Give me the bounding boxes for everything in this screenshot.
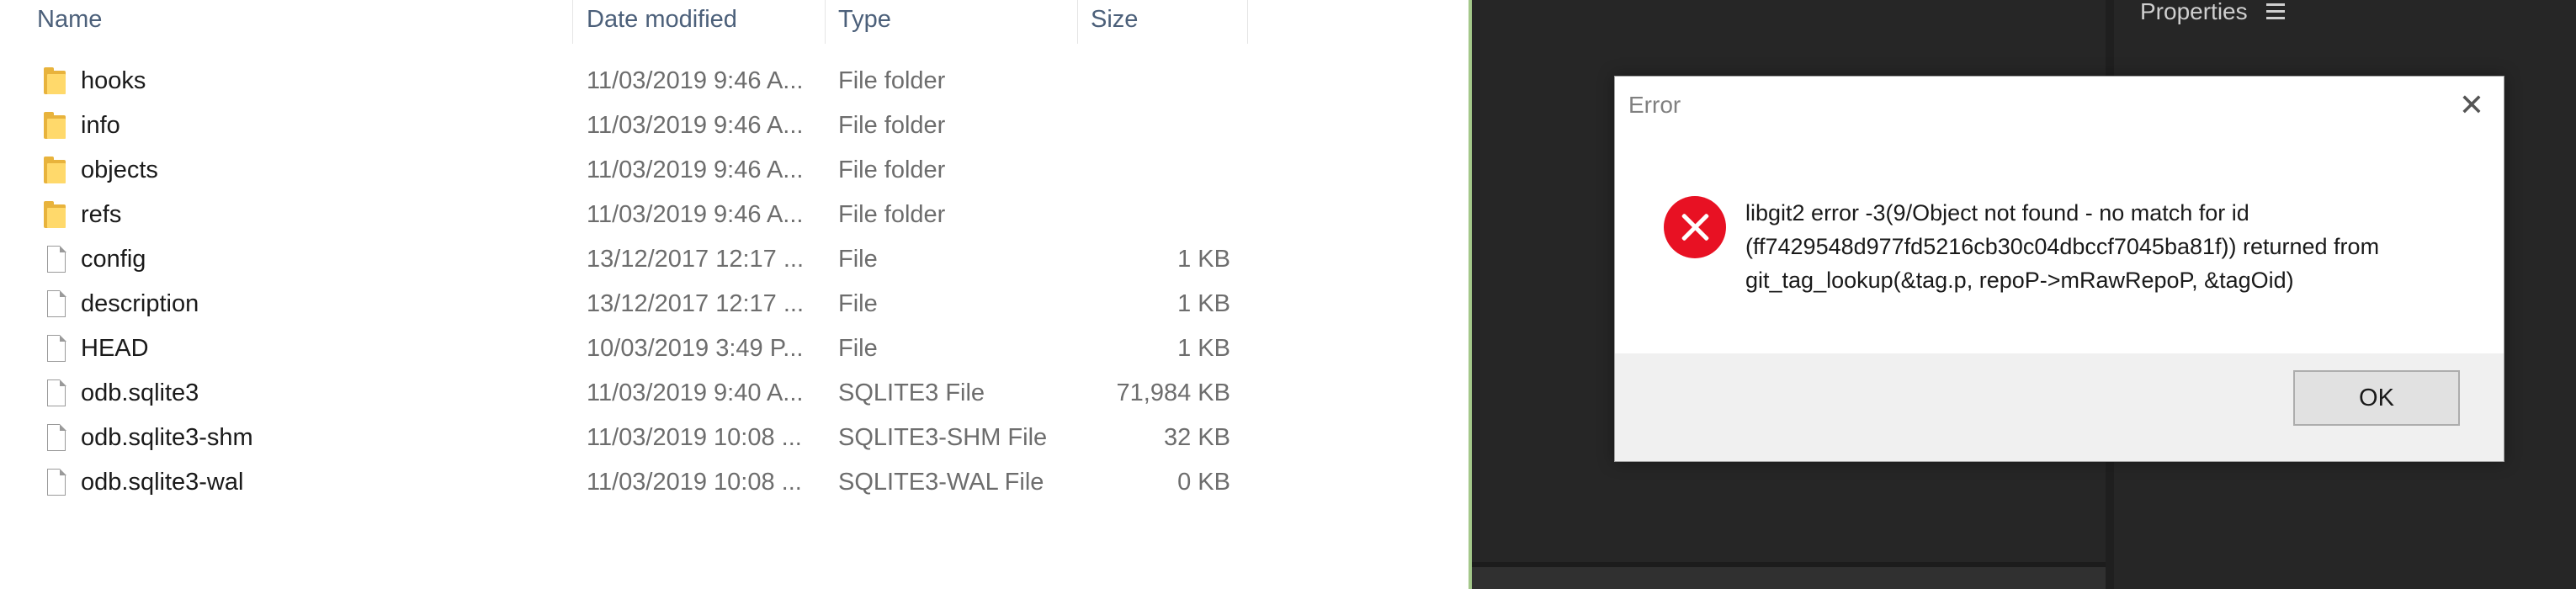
file-row[interactable]: config 13/12/2017 12:17 ... File 1 KB — [0, 237, 1254, 282]
file-date-modified: 11/03/2019 10:08 ... — [587, 469, 802, 496]
file-name: description — [81, 290, 199, 317]
file-type: SQLITE3-WAL File — [838, 469, 1044, 496]
file-name: odb.sqlite3-shm — [81, 424, 253, 451]
column-header-date-modified[interactable]: Date modified — [576, 0, 821, 39]
folder-icon — [42, 157, 69, 185]
file-name: odb.sqlite3 — [81, 379, 199, 406]
file-icon — [42, 335, 69, 363]
file-type: SQLITE3 File — [838, 379, 985, 406]
dialog-footer: OK — [1615, 353, 2504, 461]
file-row[interactable]: odb.sqlite3-shm 11/03/2019 10:08 ... SQLIT… — [0, 416, 1254, 460]
error-dialog: Error ✕ libgit2 error -3(9/Object not fo… — [1614, 76, 2504, 462]
folder-icon — [42, 201, 69, 230]
file-type: File — [838, 335, 878, 362]
file-name: info — [81, 112, 120, 139]
folder-icon — [42, 67, 69, 96]
dialog-message: libgit2 error -3(9/Object not found - no… — [1745, 200, 2380, 293]
folder-icon — [42, 112, 69, 141]
file-row[interactable]: HEAD 10/03/2019 3:49 P... File 1 KB — [0, 326, 1254, 371]
file-row[interactable]: odb.sqlite3-wal 11/03/2019 10:08 ... SQLIT… — [0, 460, 1254, 505]
column-divider[interactable] — [825, 0, 826, 44]
file-date-modified: 11/03/2019 9:46 A... — [587, 67, 804, 94]
file-row[interactable]: odb.sqlite3 11/03/2019 9:40 A... SQLITE3 F… — [0, 371, 1254, 416]
file-name: odb.sqlite3-wal — [81, 469, 244, 496]
file-type: File — [838, 290, 878, 317]
file-row[interactable]: info 11/03/2019 9:46 A... File folder — [0, 103, 1254, 148]
file-date-modified: 10/03/2019 3:49 P... — [587, 335, 804, 362]
file-date-modified: 11/03/2019 9:46 A... — [587, 157, 804, 183]
file-icon — [42, 424, 69, 453]
dialog-title: Error — [1628, 92, 1681, 118]
file-row[interactable]: objects 11/03/2019 9:46 A... File folder — [0, 148, 1254, 193]
file-row[interactable]: hooks 11/03/2019 9:46 A... File folder — [0, 59, 1254, 103]
file-date-modified: 11/03/2019 9:46 A... — [587, 201, 804, 228]
file-icon — [42, 290, 69, 319]
file-date-modified: 11/03/2019 10:08 ... — [587, 424, 802, 451]
window-edge — [1469, 0, 1472, 589]
column-divider[interactable] — [1077, 0, 1078, 44]
properties-panel-title: Properties — [2140, 0, 2248, 24]
file-type: File — [838, 246, 878, 273]
bottom-panel-edge — [1472, 562, 2106, 567]
file-size: 1 KB — [1177, 290, 1230, 317]
file-type: File folder — [838, 157, 946, 183]
hamburger-icon[interactable] — [2266, 3, 2285, 20]
file-type: SQLITE3-SHM File — [838, 424, 1048, 451]
file-date-modified: 11/03/2019 9:46 A... — [587, 112, 804, 139]
file-name: HEAD — [81, 335, 149, 362]
file-name: config — [81, 246, 146, 273]
error-icon — [1664, 196, 1726, 258]
file-row[interactable]: description 13/12/2017 12:17 ... File 1 KB — [0, 282, 1254, 326]
file-explorer: Name Date modified Type Size hooks 11/03/… — [0, 0, 1469, 589]
ok-button[interactable]: OK — [2293, 370, 2460, 426]
file-type: File folder — [838, 112, 946, 139]
file-date-modified: 11/03/2019 9:40 A... — [587, 379, 804, 406]
file-size: 71,984 KB — [1116, 379, 1230, 406]
file-size: 32 KB — [1164, 424, 1230, 451]
file-size: 1 KB — [1177, 335, 1230, 362]
column-header-type[interactable]: Type — [828, 0, 1072, 39]
file-size: 0 KB — [1177, 469, 1230, 496]
column-header-name[interactable]: Name — [27, 0, 566, 39]
file-icon — [42, 379, 69, 408]
file-icon — [42, 246, 69, 274]
file-date-modified: 13/12/2017 12:17 ... — [587, 290, 804, 317]
column-divider[interactable] — [1247, 0, 1248, 44]
column-divider[interactable] — [572, 0, 573, 44]
file-icon — [42, 469, 69, 497]
file-row[interactable]: refs 11/03/2019 9:46 A... File folder — [0, 193, 1254, 237]
file-size: 1 KB — [1177, 246, 1230, 273]
column-header-size[interactable]: Size — [1081, 0, 1249, 39]
file-name: hooks — [81, 67, 146, 94]
file-date-modified: 13/12/2017 12:17 ... — [587, 246, 804, 273]
file-name: objects — [81, 157, 158, 183]
file-type: File folder — [838, 67, 946, 94]
close-icon[interactable]: ✕ — [2455, 88, 2488, 122]
file-name: refs — [81, 201, 122, 228]
file-type: File folder — [838, 201, 946, 228]
